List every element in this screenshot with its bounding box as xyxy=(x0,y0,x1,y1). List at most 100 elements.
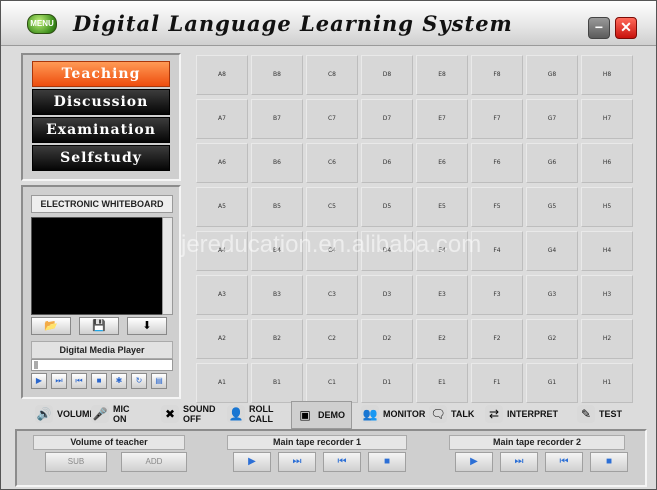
seat-H5[interactable]: H5 xyxy=(581,187,633,227)
seat-A8[interactable]: A8 xyxy=(196,55,248,95)
mode-teaching-button[interactable]: Teaching xyxy=(32,61,170,87)
seat-H3[interactable]: H3 xyxy=(581,275,633,315)
seat-D6[interactable]: D6 xyxy=(361,143,413,183)
seat-A5[interactable]: A5 xyxy=(196,187,248,227)
recorder-1-stop-icon[interactable]: ■ xyxy=(368,452,406,472)
recorder-2-previous-icon[interactable]: ⏮ xyxy=(545,452,583,472)
seat-B8[interactable]: B8 xyxy=(251,55,303,95)
seat-A2[interactable]: A2 xyxy=(196,319,248,359)
volume-sub-button[interactable]: SUB xyxy=(45,452,107,472)
recorder-1-play-icon[interactable]: ▶ xyxy=(233,452,271,472)
open-folder-icon[interactable]: 📂 xyxy=(31,317,71,335)
seat-C2[interactable]: C2 xyxy=(306,319,358,359)
media-stop-icon[interactable]: ■ xyxy=(91,373,107,389)
whiteboard-canvas[interactable] xyxy=(31,217,163,315)
seat-C7[interactable]: C7 xyxy=(306,99,358,139)
seat-A6[interactable]: A6 xyxy=(196,143,248,183)
seat-G7[interactable]: G7 xyxy=(526,99,578,139)
seat-G1[interactable]: G1 xyxy=(526,363,578,403)
media-file-icon[interactable]: ▤ xyxy=(151,373,167,389)
mode-selfstudy-button[interactable]: Selfstudy xyxy=(32,145,170,171)
seat-D1[interactable]: D1 xyxy=(361,363,413,403)
recorder-2-stop-icon[interactable]: ■ xyxy=(590,452,628,472)
seat-F7[interactable]: F7 xyxy=(471,99,523,139)
recorder-2-next-icon[interactable]: ⏭ xyxy=(500,452,538,472)
recorder-1-previous-icon[interactable]: ⏮ xyxy=(323,452,361,472)
monitor-button[interactable]: 👥 MONITOR xyxy=(361,401,425,427)
seat-C5[interactable]: C5 xyxy=(306,187,358,227)
seat-C1[interactable]: C1 xyxy=(306,363,358,403)
seat-D7[interactable]: D7 xyxy=(361,99,413,139)
seat-B5[interactable]: B5 xyxy=(251,187,303,227)
seat-G4[interactable]: G4 xyxy=(526,231,578,271)
seat-H4[interactable]: H4 xyxy=(581,231,633,271)
toolbar-label: VOLUME xyxy=(57,409,96,419)
seat-F5[interactable]: F5 xyxy=(471,187,523,227)
seat-E1[interactable]: E1 xyxy=(416,363,468,403)
seat-G8[interactable]: G8 xyxy=(526,55,578,95)
seat-A1[interactable]: A1 xyxy=(196,363,248,403)
seat-B3[interactable]: B3 xyxy=(251,275,303,315)
seat-A3[interactable]: A3 xyxy=(196,275,248,315)
seat-F3[interactable]: F3 xyxy=(471,275,523,315)
seat-D5[interactable]: D5 xyxy=(361,187,413,227)
mic-on-button[interactable]: 🎤 MIC ON xyxy=(91,401,130,427)
volume-button[interactable]: 🔊 VOLUME xyxy=(35,401,96,427)
recorder-1-next-icon[interactable]: ⏭ xyxy=(278,452,316,472)
download-arrow-icon[interactable]: ⬇ xyxy=(127,317,167,335)
media-previous-icon[interactable]: ⏮ xyxy=(71,373,87,389)
seat-H8[interactable]: H8 xyxy=(581,55,633,95)
seat-A7[interactable]: A7 xyxy=(196,99,248,139)
talk-button[interactable]: 🗨 TALK xyxy=(429,401,474,427)
interpret-button[interactable]: ⇄ INTERPRET xyxy=(485,401,558,427)
whiteboard-scrollbar[interactable] xyxy=(162,217,173,315)
seat-F8[interactable]: F8 xyxy=(471,55,523,95)
seat-C3[interactable]: C3 xyxy=(306,275,358,315)
volume-add-button[interactable]: ADD xyxy=(121,452,187,472)
seat-F6[interactable]: F6 xyxy=(471,143,523,183)
seat-E8[interactable]: E8 xyxy=(416,55,468,95)
seat-C8[interactable]: C8 xyxy=(306,55,358,95)
seat-G5[interactable]: G5 xyxy=(526,187,578,227)
seat-D8[interactable]: D8 xyxy=(361,55,413,95)
seat-H2[interactable]: H2 xyxy=(581,319,633,359)
seat-B1[interactable]: B1 xyxy=(251,363,303,403)
close-button[interactable]: ✕ xyxy=(615,17,637,39)
menu-button[interactable]: MENU xyxy=(27,14,57,34)
media-play-icon[interactable]: ▶ xyxy=(31,373,47,389)
mode-examination-button[interactable]: Examination xyxy=(32,117,170,143)
seat-C6[interactable]: C6 xyxy=(306,143,358,183)
seat-E2[interactable]: E2 xyxy=(416,319,468,359)
seat-H6[interactable]: H6 xyxy=(581,143,633,183)
media-refresh-icon[interactable]: ↻ xyxy=(131,373,147,389)
seat-G6[interactable]: G6 xyxy=(526,143,578,183)
seat-E6[interactable]: E6 xyxy=(416,143,468,183)
seat-E7[interactable]: E7 xyxy=(416,99,468,139)
seat-G2[interactable]: G2 xyxy=(526,319,578,359)
roll-call-button[interactable]: 👤 ROLL CALL xyxy=(227,401,274,427)
test-icon: ✎ xyxy=(577,405,595,423)
seat-F1[interactable]: F1 xyxy=(471,363,523,403)
seat-D2[interactable]: D2 xyxy=(361,319,413,359)
sound-off-button[interactable]: ✖ SOUND OFF xyxy=(161,401,216,427)
media-progress-thumb[interactable] xyxy=(34,361,38,369)
demo-button[interactable]: ▣ DEMO xyxy=(291,401,352,429)
mode-discussion-button[interactable]: Discussion xyxy=(32,89,170,115)
recorder-2-play-icon[interactable]: ▶ xyxy=(455,452,493,472)
seat-B6[interactable]: B6 xyxy=(251,143,303,183)
minimize-button[interactable]: − xyxy=(588,17,610,39)
media-progress-bar[interactable] xyxy=(31,359,173,371)
seat-E3[interactable]: E3 xyxy=(416,275,468,315)
seat-G3[interactable]: G3 xyxy=(526,275,578,315)
seat-H1[interactable]: H1 xyxy=(581,363,633,403)
seat-F2[interactable]: F2 xyxy=(471,319,523,359)
seat-D3[interactable]: D3 xyxy=(361,275,413,315)
seat-B7[interactable]: B7 xyxy=(251,99,303,139)
seat-E5[interactable]: E5 xyxy=(416,187,468,227)
save-icon[interactable]: 💾 xyxy=(79,317,119,335)
test-button[interactable]: ✎ TEST xyxy=(577,401,622,427)
media-settings-icon[interactable]: ✱ xyxy=(111,373,127,389)
media-next-icon[interactable]: ⏭ xyxy=(51,373,67,389)
seat-H7[interactable]: H7 xyxy=(581,99,633,139)
seat-B2[interactable]: B2 xyxy=(251,319,303,359)
